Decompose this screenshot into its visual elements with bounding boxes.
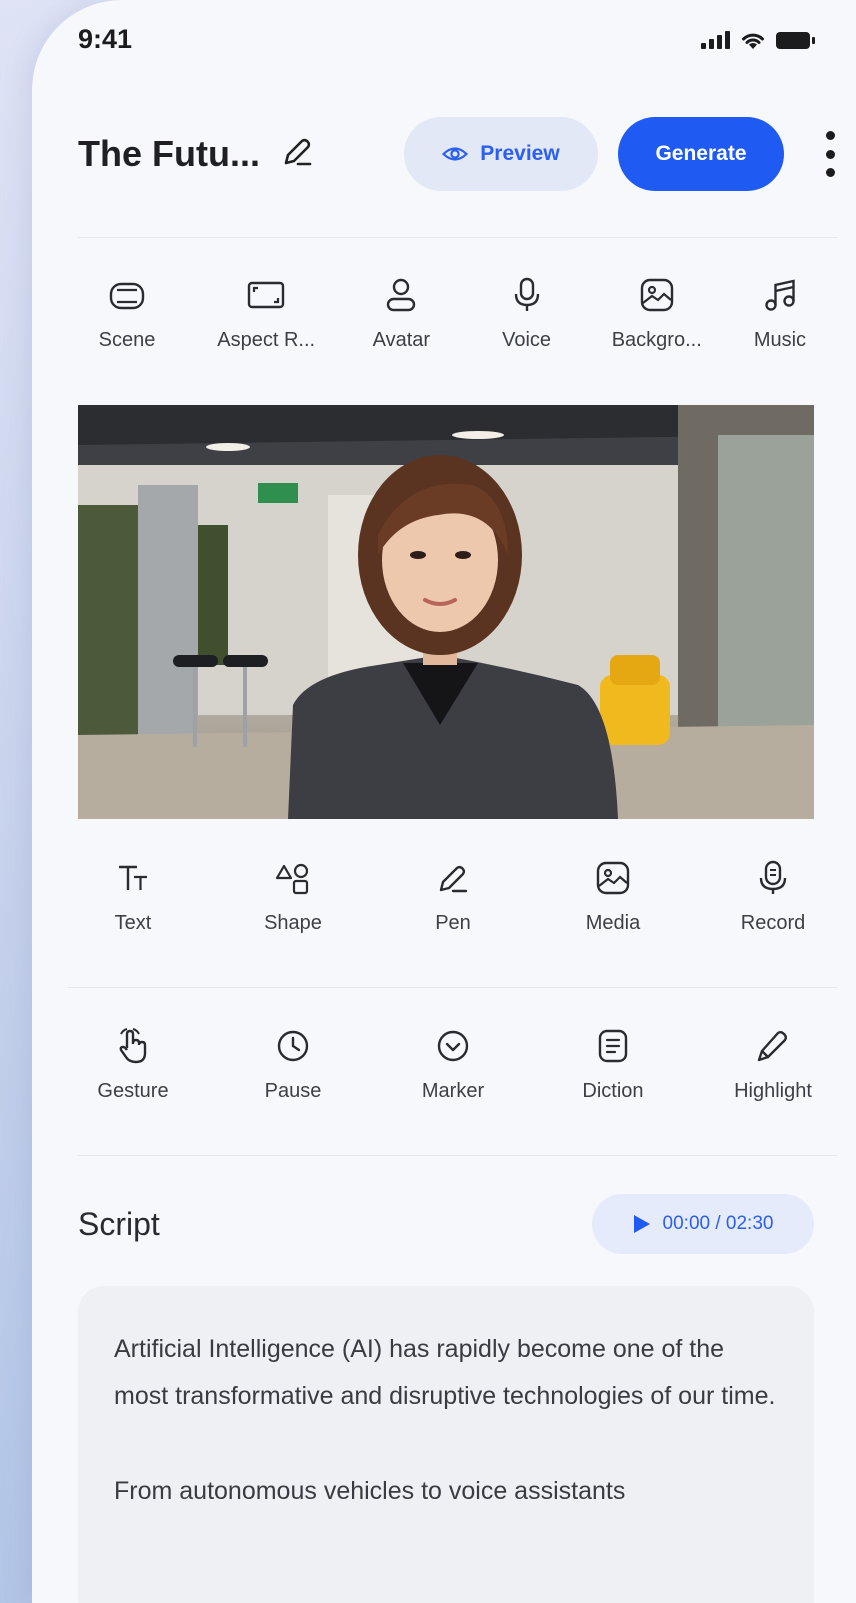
- scene-toolbar: Scene Aspect R... Avatar Voice Backgro..…: [68, 275, 828, 352]
- tool-record[interactable]: Record: [718, 858, 828, 935]
- tool-label: Pen: [435, 912, 471, 934]
- tool-label: Shape: [264, 912, 322, 934]
- scene-icon: [109, 282, 145, 310]
- script-title: Script: [78, 1206, 160, 1242]
- tool-marker[interactable]: Marker: [398, 1026, 508, 1103]
- record-icon: [759, 860, 787, 894]
- tool-pen[interactable]: Pen: [398, 858, 508, 935]
- tool-label: Scene: [98, 329, 156, 351]
- media-icon: [596, 861, 630, 895]
- tool-highlight[interactable]: Highlight: [718, 1026, 828, 1103]
- tool-label: Media: [585, 912, 641, 934]
- avatar-icon: [387, 278, 416, 312]
- project-title: The Futu...: [78, 133, 260, 174]
- tool-label: Voice: [502, 329, 552, 351]
- tool-label: Text: [114, 912, 152, 934]
- tool-label: Pause: [264, 1080, 322, 1102]
- music-icon: [765, 279, 795, 311]
- tool-music[interactable]: Music: [732, 275, 828, 352]
- action-toolbar: Gesture Pause Marker Diction Highlight: [78, 1026, 828, 1103]
- tool-shape[interactable]: Shape: [238, 858, 348, 935]
- signal-icon: [701, 31, 730, 49]
- toolbar-divider: [68, 987, 838, 988]
- tool-avatar[interactable]: Avatar: [346, 275, 456, 352]
- tool-scene[interactable]: Scene: [68, 275, 186, 352]
- tool-text[interactable]: Text: [78, 858, 188, 935]
- preview-label: Preview: [480, 142, 560, 165]
- tool-pause[interactable]: Pause: [238, 1026, 348, 1103]
- phone-screen: 9:41 The Futu... Preview Generate Scene …: [32, 0, 856, 1603]
- tool-media[interactable]: Media: [558, 858, 668, 935]
- more-options-icon[interactable]: [820, 131, 840, 177]
- shape-icon: [275, 863, 309, 895]
- aspect-ratio-icon: [247, 281, 285, 309]
- image-icon: [640, 278, 673, 312]
- tool-diction[interactable]: Diction: [558, 1026, 668, 1103]
- pen-icon: [439, 865, 468, 893]
- script-text-area[interactable]: Artificial Intelligence (AI) has rapidly…: [78, 1286, 814, 1603]
- gesture-icon: [119, 1028, 147, 1064]
- eye-icon: [442, 147, 469, 161]
- clock-icon: [277, 1030, 309, 1062]
- microphone-icon: [514, 277, 539, 311]
- script-paragraph: Artificial Intelligence (AI) has rapidly…: [114, 1335, 776, 1410]
- generate-button[interactable]: Generate: [618, 117, 784, 191]
- script-timer: 00:00 / 02:30: [662, 1213, 774, 1234]
- office-avatar-image: [78, 405, 814, 819]
- status-time: 9:41: [78, 24, 133, 54]
- header-divider: [78, 237, 838, 238]
- script-divider: [78, 1155, 838, 1156]
- tool-label: Gesture: [97, 1080, 169, 1102]
- document-icon: [598, 1029, 628, 1063]
- script-play-button[interactable]: 00:00 / 02:30: [592, 1194, 814, 1254]
- tool-label: Aspect R...: [217, 329, 316, 351]
- tool-aspect-ratio[interactable]: Aspect R...: [201, 275, 331, 352]
- tool-label: Record: [740, 912, 806, 934]
- tool-label: Music: [753, 329, 807, 351]
- marker-icon: [437, 1030, 469, 1062]
- play-icon: [633, 1215, 650, 1233]
- tool-background[interactable]: Backgro...: [597, 275, 717, 352]
- text-icon: [119, 865, 147, 890]
- wifi-icon: [742, 33, 764, 49]
- header: The Futu... Preview Generate: [78, 115, 838, 191]
- tool-label: Backgro...: [611, 329, 702, 351]
- preview-button[interactable]: Preview: [404, 117, 598, 191]
- scene-preview-canvas[interactable]: [78, 405, 814, 819]
- tool-label: Avatar: [372, 329, 431, 351]
- edit-title-icon[interactable]: [278, 133, 316, 171]
- edit-toolbar: Text Shape Pen Media Record: [78, 858, 828, 935]
- tool-label: Marker: [421, 1080, 485, 1102]
- tool-voice[interactable]: Voice: [472, 275, 582, 352]
- generate-label: Generate: [655, 142, 747, 165]
- tool-label: Highlight: [734, 1080, 812, 1102]
- tool-label: Diction: [582, 1080, 644, 1102]
- highlighter-icon: [757, 1031, 787, 1062]
- status-icons: [701, 30, 815, 50]
- tool-gesture[interactable]: Gesture: [78, 1026, 188, 1103]
- script-paragraph: From autonomous vehicles to voice assist…: [114, 1477, 626, 1505]
- battery-icon: [776, 31, 815, 49]
